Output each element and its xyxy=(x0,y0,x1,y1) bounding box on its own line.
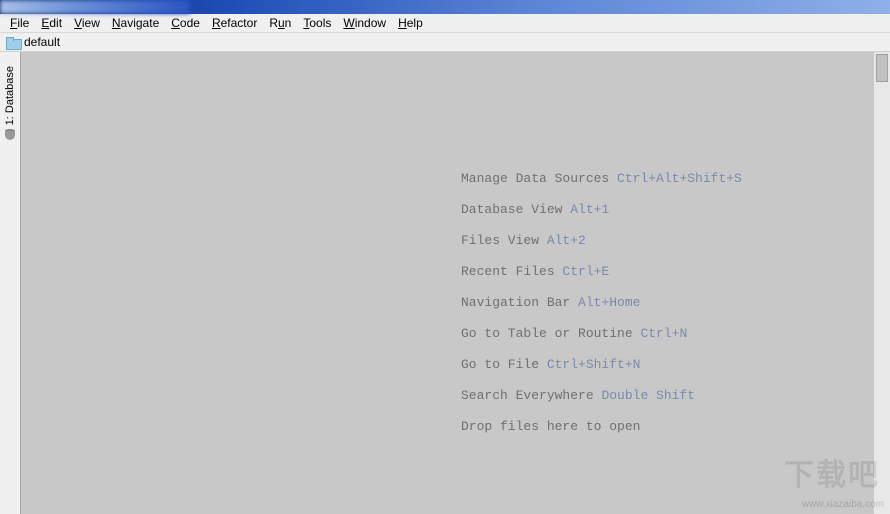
watermark-url: www.xiazaiba.com xyxy=(802,499,884,510)
menu-window[interactable]: Window xyxy=(337,15,392,31)
hint-shortcut: Ctrl+E xyxy=(562,264,609,279)
hint-text: Search Everywhere xyxy=(461,388,601,403)
menu-code[interactable]: Code xyxy=(165,15,206,31)
hint-row: Go to File Ctrl+Shift+N xyxy=(461,358,742,371)
menu-bar: FileEditViewNavigateCodeRefactorRunTools… xyxy=(0,14,890,32)
hint-text: Files View xyxy=(461,233,547,248)
hint-shortcut: Ctrl+Shift+N xyxy=(547,357,641,372)
database-tool-label: 1: Database xyxy=(4,66,16,125)
hint-shortcut: Ctrl+Alt+Shift+S xyxy=(617,171,742,186)
watermark-logo: 下载吧 xyxy=(784,450,880,494)
hint-row: Recent Files Ctrl+E xyxy=(461,265,742,278)
title-bar xyxy=(0,0,890,14)
hint-text: Navigation Bar xyxy=(461,295,578,310)
hint-row: Manage Data Sources Ctrl+Alt+Shift+S xyxy=(461,172,742,185)
hint-text: Manage Data Sources xyxy=(461,171,617,186)
menu-tools[interactable]: Tools xyxy=(297,15,337,31)
hint-row: Go to Table or Routine Ctrl+N xyxy=(461,327,742,340)
menu-help[interactable]: Help xyxy=(392,15,429,31)
hint-shortcut: Alt+2 xyxy=(547,233,586,248)
title-bar-blur xyxy=(0,0,190,14)
menu-view[interactable]: View xyxy=(68,15,106,31)
menu-file[interactable]: File xyxy=(4,15,35,31)
hint-row: Database View Alt+1 xyxy=(461,203,742,216)
project-name[interactable]: default xyxy=(24,35,60,49)
navigation-bar[interactable]: default xyxy=(0,32,890,52)
vertical-scrollbar[interactable] xyxy=(874,52,890,514)
hint-shortcut: Alt+Home xyxy=(578,295,640,310)
menu-navigate[interactable]: Navigate xyxy=(106,15,165,31)
menu-edit[interactable]: Edit xyxy=(35,15,68,31)
folder-icon xyxy=(6,37,20,48)
tool-window-bar-left: 1: Database xyxy=(0,52,20,514)
hint-text: Go to Table or Routine xyxy=(461,326,640,341)
hint-shortcut: Alt+1 xyxy=(570,202,609,217)
hint-row: Files View Alt+2 xyxy=(461,234,742,247)
hint-row: Navigation Bar Alt+Home xyxy=(461,296,742,309)
hint-shortcut: Ctrl+N xyxy=(640,326,687,341)
editor-empty-area[interactable]: Manage Data Sources Ctrl+Alt+Shift+S Data… xyxy=(20,52,890,514)
empty-hints: Manage Data Sources Ctrl+Alt+Shift+S Data… xyxy=(461,172,742,451)
hint-shortcut: Double Shift xyxy=(601,388,695,403)
hint-text: Database View xyxy=(461,202,570,217)
scrollbar-thumb[interactable] xyxy=(876,54,888,82)
hint-row: Search Everywhere Double Shift xyxy=(461,389,742,402)
menu-refactor[interactable]: Refactor xyxy=(206,15,263,31)
database-tool-button[interactable]: 1: Database xyxy=(4,62,16,129)
hint-row: Drop files here to open xyxy=(461,420,742,433)
main-area: 1: Database Manage Data Sources Ctrl+Alt… xyxy=(0,52,890,514)
hint-text: Drop files here to open xyxy=(461,419,640,434)
database-icon xyxy=(5,129,15,141)
hint-text: Go to File xyxy=(461,357,547,372)
menu-run[interactable]: Run xyxy=(263,15,297,31)
hint-text: Recent Files xyxy=(461,264,562,279)
